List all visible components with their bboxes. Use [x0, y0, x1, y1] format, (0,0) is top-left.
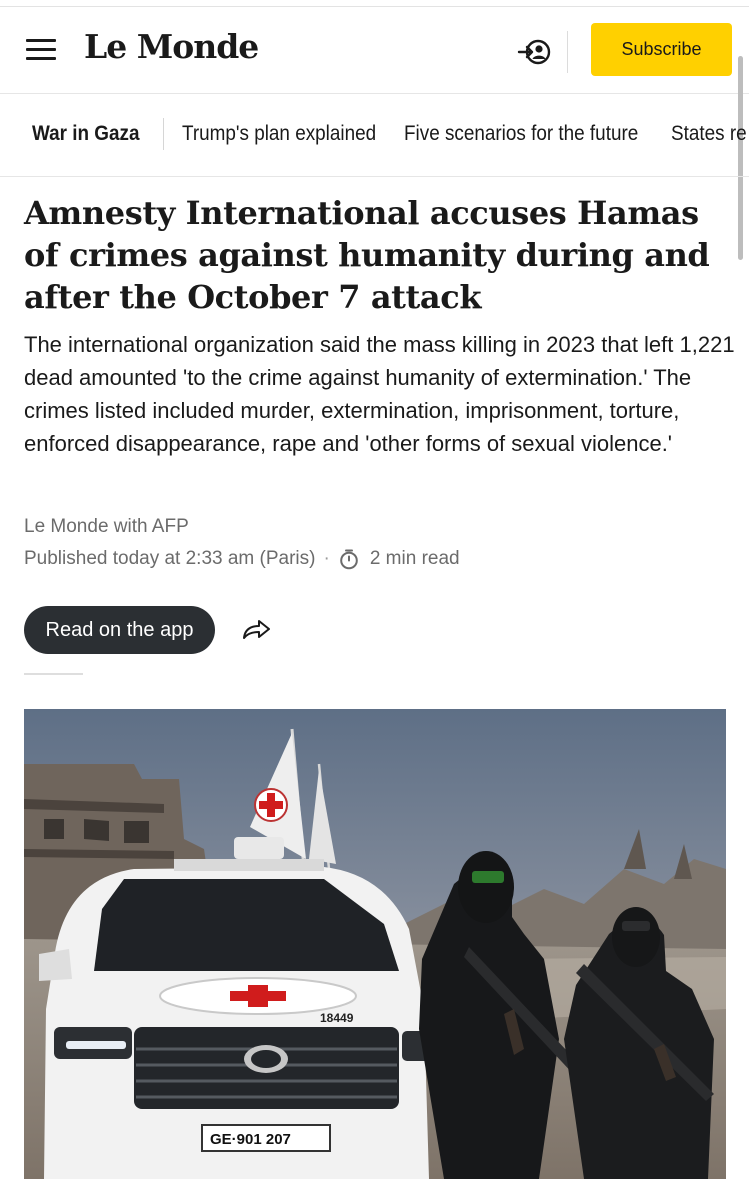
- meta-separator: ·: [323, 548, 330, 569]
- nav-item-states[interactable]: States re: [671, 122, 747, 146]
- timer-icon: [340, 549, 358, 570]
- share-icon[interactable]: [240, 616, 274, 644]
- license-plate: GE·901 207: [210, 1131, 291, 1148]
- article-byline: Le Monde with AFP: [24, 516, 189, 537]
- nav-item-war-in-gaza[interactable]: War in Gaza: [32, 122, 139, 146]
- article-meta: Published today at 2:33 am (Paris) · 2 m…: [24, 548, 460, 570]
- le-monde-logo[interactable]: Le Monde: [84, 27, 259, 66]
- nav-item-five-scenarios[interactable]: Five scenarios for the future: [404, 122, 638, 146]
- nav-item-trumps-plan[interactable]: Trump's plan explained: [182, 122, 376, 146]
- photo-illustration: 18449 GE·901 207: [24, 709, 726, 1179]
- account-icon[interactable]: [517, 37, 551, 67]
- read-on-app-button[interactable]: Read on the app: [24, 606, 215, 654]
- article-standfirst: The international organization said the …: [24, 332, 735, 456]
- header-divider: [567, 31, 568, 73]
- top-rule: [0, 0, 749, 7]
- section-nav: War in Gaza Trump's plan explained Five …: [0, 94, 749, 177]
- menu-icon[interactable]: [26, 39, 56, 61]
- published-date: Published today at 2:33 am (Paris): [24, 548, 316, 569]
- nav-divider: [163, 118, 164, 150]
- article-headline: Amnesty International accuses Hamas of c…: [24, 194, 710, 316]
- read-time: 2 min read: [369, 548, 460, 569]
- vehicle-number: 18449: [320, 1011, 354, 1025]
- subscribe-button[interactable]: Subscribe: [591, 23, 732, 76]
- article-photo[interactable]: 18449 GE·901 207: [24, 709, 726, 1179]
- section-rule: [24, 673, 83, 675]
- site-header: Le Monde Subscribe: [0, 7, 749, 94]
